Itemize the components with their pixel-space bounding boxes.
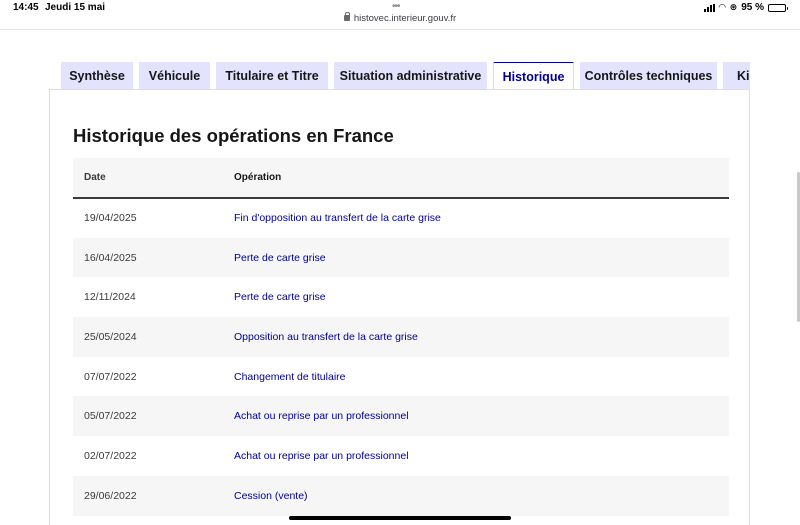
address-bar[interactable]: histovec.interieur.gouv.fr <box>0 12 800 27</box>
row-operation: Achat ou reprise par un professionnel <box>234 449 409 462</box>
row-date: 12/11/2024 <box>84 291 136 304</box>
tab-kilometrage[interactable]: Kil <box>723 62 750 90</box>
url-text: histovec.interieur.gouv.fr <box>353 13 457 24</box>
column-header-date: Date <box>84 172 106 183</box>
tab-situation-administrative[interactable]: Situation administrative <box>334 62 487 90</box>
table-row: 07/07/2022 Changement de titulaire <box>73 357 729 397</box>
table-row: 05/07/2022 Achat ou reprise par un profe… <box>73 396 729 437</box>
signal-icon <box>703 3 715 12</box>
history-table: Date Opération 19/04/2025 Fin d'oppositi… <box>73 158 729 516</box>
tab-titulaire-et-titre[interactable]: Titulaire et Titre <box>216 62 328 90</box>
row-date: 29/06/2022 <box>84 489 137 502</box>
tab-historique[interactable]: Historique <box>493 62 574 90</box>
wifi-icon: ◠ <box>718 2 726 12</box>
multitasking-dots-icon[interactable]: ••• <box>392 1 400 12</box>
table-row: 29/06/2022 Cession (vente) <box>73 475 729 516</box>
tab-bar: Synthèse Véhicule Titulaire et Titre Sit… <box>61 62 750 90</box>
status-time: 14:45 <box>13 2 39 13</box>
column-header-operation: Opération <box>234 172 282 183</box>
table-row: 25/05/2024 Opposition au transfert de la… <box>73 317 729 357</box>
row-operation: Cession (vente) <box>234 489 308 502</box>
status-indicators: ◠ ⊛ 95 % <box>703 2 788 13</box>
table-row: 16/04/2025 Perte de carte grise <box>73 237 729 278</box>
tab-panel-historique: Historique des opérations en France Date… <box>49 89 750 525</box>
row-date: 16/04/2025 <box>84 251 137 264</box>
row-operation: Perte de carte grise <box>234 291 326 304</box>
lock-icon <box>343 12 350 21</box>
row-date: 25/05/2024 <box>84 330 137 343</box>
table-header-row: Date Opération <box>73 158 729 198</box>
row-operation: Fin d'opposition au transfert de la cart… <box>234 212 441 225</box>
row-date: 19/04/2025 <box>84 212 137 225</box>
row-date: 07/07/2022 <box>84 370 137 383</box>
battery-percent: 95 % <box>741 2 764 13</box>
row-operation: Changement de titulaire <box>234 370 346 383</box>
row-operation: Achat ou reprise par un professionnel <box>234 410 409 423</box>
battery-icon <box>768 3 788 12</box>
status-bar: 14:45 Jeudi 15 mai ••• ◠ ⊛ 95 % <box>0 0 800 14</box>
row-operation: Opposition au transfert de la carte gris… <box>234 330 418 343</box>
row-operation: Perte de carte grise <box>234 251 326 264</box>
tab-synthese[interactable]: Synthèse <box>61 62 133 90</box>
row-date: 05/07/2022 <box>84 410 137 423</box>
orientation-lock-icon: ⊛ <box>729 2 738 12</box>
row-date: 02/07/2022 <box>84 449 137 462</box>
table-row: 02/07/2022 Achat ou reprise par un profe… <box>73 436 729 476</box>
table-row: 12/11/2024 Perte de carte grise <box>73 277 729 317</box>
table-row: 19/04/2025 Fin d'opposition au transfert… <box>73 198 729 238</box>
tab-controles-techniques[interactable]: Contrôles techniques <box>580 62 717 90</box>
toolbar-divider <box>0 29 800 30</box>
page-title: Historique des opérations en France <box>73 125 394 146</box>
status-date: Jeudi 15 mai <box>45 2 106 13</box>
home-indicator[interactable] <box>289 516 511 520</box>
tab-vehicule[interactable]: Véhicule <box>139 62 210 90</box>
